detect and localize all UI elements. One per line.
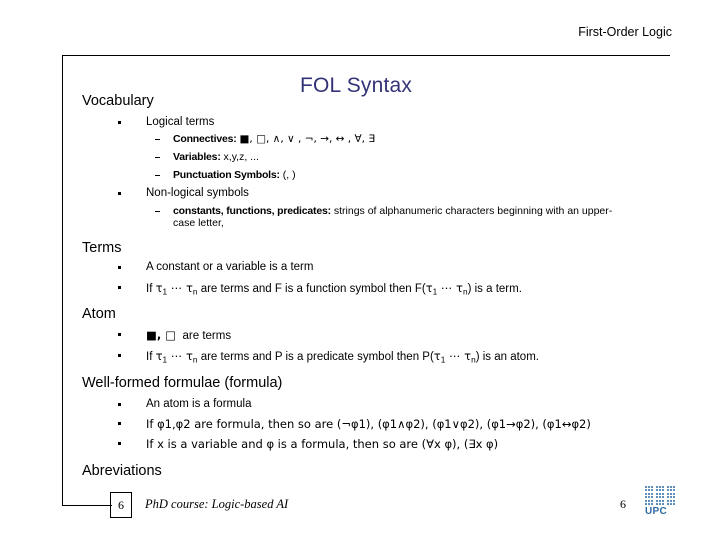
connectives-value: ■, □, ∧, ∨ , ¬, →, ↔ , ∀, ∃ xyxy=(239,133,375,145)
bullet-dash-icon xyxy=(155,139,160,140)
bullet-dot-icon xyxy=(118,266,121,269)
bullet-wff-2-text: If φ1,φ2 are formula, then so are (¬φ1),… xyxy=(146,417,591,431)
bullet-atom-2: If τ1 ⋯ τn are terms and P is a predicat… xyxy=(118,349,539,364)
footer-page-number: 6 xyxy=(620,497,626,511)
bullet-wff-2: If φ1,φ2 are formula, then so are (¬φ1),… xyxy=(118,417,591,431)
page-number-box: 6 xyxy=(110,492,132,518)
section-heading-abreviations: Abreviations xyxy=(82,463,162,479)
bullet-non-logical-symbols: Non-logical symbols xyxy=(118,187,249,199)
slide-title: FOL Syntax xyxy=(300,74,413,97)
upc-logo-dot-grid xyxy=(645,486,678,507)
bullet-non-logical-symbols-label: Non-logical symbols xyxy=(146,187,249,199)
bullet-wff-1: An atom is a formula xyxy=(118,398,251,410)
section-heading-atom: Atom xyxy=(82,306,116,322)
bullet-dot-icon xyxy=(118,192,121,195)
bullet-atom-1-text: ■, □ are terms xyxy=(146,328,232,342)
upc-dot-cluster xyxy=(667,493,676,499)
subbullet-punctuation: Punctuation Symbols: (, ) xyxy=(155,169,296,181)
upc-logo: UPC xyxy=(645,486,681,517)
bullet-dot-icon xyxy=(118,442,121,445)
frame-bottom-elbow xyxy=(62,505,112,506)
bullet-logical-terms: Logical terms xyxy=(118,116,214,128)
bullet-atom-2-text: If τ1 ⋯ τn are terms and P is a predicat… xyxy=(146,349,539,365)
subbullet-variables: Variables: x,y,z, ... xyxy=(155,151,259,163)
section-heading-terms: Terms xyxy=(82,240,122,256)
variables-lead: Variables: xyxy=(173,151,221,163)
subbullet-constants-functions-predicates: constants, functions, predicates: string… xyxy=(155,205,625,229)
bullet-dash-icon xyxy=(155,211,160,212)
variables-value: x,y,z, ... xyxy=(223,151,259,163)
bullet-dash-icon xyxy=(155,157,160,158)
section-heading-vocabulary: Vocabulary xyxy=(82,93,154,109)
bullet-dash-icon xyxy=(155,175,160,176)
bullet-wff-3-text: If x is a variable and φ is a formula, t… xyxy=(146,437,499,451)
upc-dot-cluster xyxy=(645,486,654,492)
section-heading-wff: Well-formed formulae (formula) xyxy=(82,375,283,391)
upc-dot-cluster xyxy=(656,493,665,499)
upc-dot-cluster xyxy=(645,493,654,499)
bullet-logical-terms-label: Logical terms xyxy=(146,116,215,128)
bullet-wff-1-text: An atom is a formula xyxy=(146,398,252,410)
bullet-dot-icon xyxy=(118,286,121,289)
constants-lead: constants, functions, predicates: xyxy=(173,205,331,217)
punctuation-value: (, ) xyxy=(282,169,296,181)
bullet-dot-icon xyxy=(118,121,121,124)
bullet-dot-icon xyxy=(118,354,121,357)
bullet-dot-icon xyxy=(118,333,121,336)
bullet-terms-2: If τ1 ⋯ τn are terms and F is a function… xyxy=(118,281,522,296)
frame-top-rule xyxy=(62,55,670,56)
bullet-wff-3: If x is a variable and φ is a formula, t… xyxy=(118,437,498,451)
bullet-terms-2-text: If τ1 ⋯ τn are terms and F is a function… xyxy=(146,281,522,297)
upc-dot-cluster xyxy=(667,500,676,506)
bullet-atom-1: ■, □ are terms xyxy=(118,328,231,342)
slide-header: First-Order Logic xyxy=(0,0,720,50)
bullet-dot-icon xyxy=(118,422,121,425)
subbullet-connectives: Connectives: ■, □, ∧, ∨ , ¬, →, ↔ , ∀, ∃ xyxy=(155,133,375,145)
upc-logo-text: UPC xyxy=(645,506,668,517)
frame-left-rule xyxy=(62,55,63,505)
upc-dot-cluster xyxy=(656,486,665,492)
header-title: First-Order Logic xyxy=(578,25,672,39)
upc-dot-cluster xyxy=(667,486,676,492)
bullet-terms-1: A constant or a variable is a term xyxy=(118,261,313,273)
bullet-terms-1-text: A constant or a variable is a term xyxy=(146,261,314,273)
bullet-dot-icon xyxy=(118,403,121,406)
footer-course-title: PhD course: Logic-based AI xyxy=(145,497,289,511)
punctuation-lead: Punctuation Symbols: xyxy=(173,169,280,181)
connectives-lead: Connectives: xyxy=(173,133,237,145)
